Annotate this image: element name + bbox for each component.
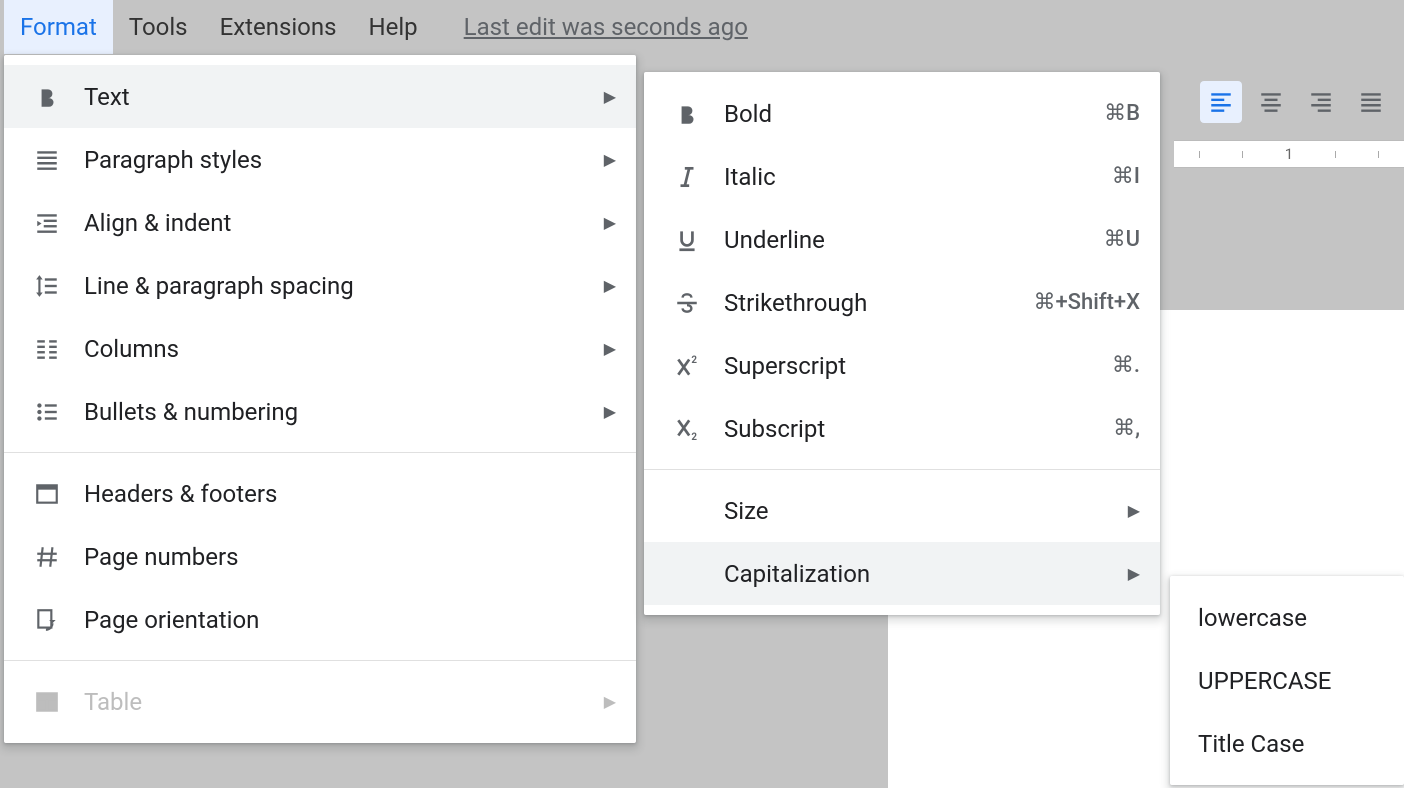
menu-item-superscript[interactable]: 2 Superscript ⌘. xyxy=(644,334,1160,397)
menu-item-label: Superscript xyxy=(724,352,1112,380)
table-icon xyxy=(30,689,64,715)
menu-item-label: Underline xyxy=(724,226,1104,254)
menu-item-label: Align & indent xyxy=(84,209,604,237)
chevron-right-icon: ▶ xyxy=(604,402,616,421)
menu-item-label: lowercase xyxy=(1198,604,1376,632)
bold-icon xyxy=(30,84,64,110)
menu-item-page-numbers[interactable]: Page numbers xyxy=(4,525,636,588)
superscript-icon: 2 xyxy=(670,353,704,379)
menu-item-shortcut: ⌘U xyxy=(1104,227,1140,252)
menu-separator xyxy=(4,452,636,453)
menu-item-shortcut: ⌘I xyxy=(1112,164,1140,189)
menu-item-label: Page orientation xyxy=(84,606,616,634)
align-left-button[interactable] xyxy=(1200,81,1242,123)
menu-item-shortcut: ⌘. xyxy=(1112,353,1140,378)
menu-item-subscript[interactable]: 2 Subscript ⌘, xyxy=(644,397,1160,460)
menu-item-label: UPPERCASE xyxy=(1198,667,1376,695)
menu-item-columns[interactable]: Columns ▶ xyxy=(4,317,636,380)
chevron-right-icon: ▶ xyxy=(1128,501,1140,520)
chevron-right-icon: ▶ xyxy=(604,87,616,106)
menu-item-bold[interactable]: Bold ⌘B xyxy=(644,82,1160,145)
menu-item-label: Size xyxy=(724,497,1128,525)
menu-item-label: Capitalization xyxy=(724,560,1128,588)
menu-item-uppercase[interactable]: UPPERCASE xyxy=(1170,649,1404,712)
menu-format[interactable]: Format xyxy=(4,0,113,54)
menu-item-titlecase[interactable]: Title Case xyxy=(1170,712,1404,775)
menu-item-lowercase[interactable]: lowercase xyxy=(1170,586,1404,649)
menu-item-label: Italic xyxy=(724,163,1112,191)
menu-separator xyxy=(644,469,1160,470)
menu-item-label: Text xyxy=(84,83,604,111)
menu-extensions[interactable]: Extensions xyxy=(204,0,353,54)
svg-text:2: 2 xyxy=(691,354,697,365)
menu-item-label: Bullets & numbering xyxy=(84,398,604,426)
menu-item-line-spacing[interactable]: Line & paragraph spacing ▶ xyxy=(4,254,636,317)
chevron-right-icon: ▶ xyxy=(604,150,616,169)
menu-item-strikethrough[interactable]: Strikethrough ⌘+Shift+X xyxy=(644,271,1160,334)
bold-icon xyxy=(670,101,704,127)
format-dropdown: Text ▶ Paragraph styles ▶ Align & indent… xyxy=(4,55,636,743)
chevron-right-icon: ▶ xyxy=(604,276,616,295)
menu-item-italic[interactable]: Italic ⌘I xyxy=(644,145,1160,208)
menu-item-label: Page numbers xyxy=(84,543,616,571)
menu-item-label: Bold xyxy=(724,100,1104,128)
menu-item-label: Paragraph styles xyxy=(84,146,604,174)
menu-item-label: Line & paragraph spacing xyxy=(84,272,604,300)
paragraph-icon xyxy=(30,147,64,173)
menu-item-label: Strikethrough xyxy=(724,289,1033,317)
toolbar-alignment xyxy=(1188,70,1404,134)
menu-item-text[interactable]: Text ▶ xyxy=(4,65,636,128)
menu-item-paragraph-styles[interactable]: Paragraph styles ▶ xyxy=(4,128,636,191)
ruler: 1 xyxy=(1174,140,1404,168)
menu-item-label: Columns xyxy=(84,335,604,363)
menu-item-table: Table ▶ xyxy=(4,670,636,733)
menu-item-size[interactable]: Size ▶ xyxy=(644,479,1160,542)
menu-help[interactable]: Help xyxy=(353,0,434,54)
menu-item-bullets-numbering[interactable]: Bullets & numbering ▶ xyxy=(4,380,636,443)
headers-footers-icon xyxy=(30,481,64,507)
menu-item-shortcut: ⌘, xyxy=(1113,416,1140,441)
menu-item-label: Table xyxy=(84,688,604,716)
menu-item-shortcut: ⌘+Shift+X xyxy=(1033,290,1140,315)
line-spacing-icon xyxy=(30,273,64,299)
chevron-right-icon: ▶ xyxy=(604,692,616,711)
menu-item-align-indent[interactable]: Align & indent ▶ xyxy=(4,191,636,254)
menu-item-underline[interactable]: Underline ⌘U xyxy=(644,208,1160,271)
columns-icon xyxy=(30,336,64,362)
italic-icon xyxy=(670,164,704,190)
menu-item-label: Headers & footers xyxy=(84,480,616,508)
last-edit-status[interactable]: Last edit was seconds ago xyxy=(464,13,748,41)
align-center-button[interactable] xyxy=(1250,81,1292,123)
align-justify-button[interactable] xyxy=(1350,81,1392,123)
chevron-right-icon: ▶ xyxy=(1128,564,1140,583)
indent-icon xyxy=(30,210,64,236)
menu-item-capitalization[interactable]: Capitalization ▶ xyxy=(644,542,1160,605)
align-right-button[interactable] xyxy=(1300,81,1342,123)
menubar: Format Tools Extensions Help Last edit w… xyxy=(0,0,1404,54)
menu-item-label: Subscript xyxy=(724,415,1113,443)
bullets-icon xyxy=(30,399,64,425)
text-submenu: Bold ⌘B Italic ⌘I Underline ⌘U Strikethr… xyxy=(644,72,1160,615)
menu-item-page-orientation[interactable]: Page orientation xyxy=(4,588,636,651)
ruler-mark-1: 1 xyxy=(1285,145,1293,163)
orientation-icon xyxy=(30,607,64,633)
capitalization-submenu: lowercase UPPERCASE Title Case xyxy=(1170,576,1404,785)
underline-icon xyxy=(670,227,704,253)
menu-tools[interactable]: Tools xyxy=(113,0,204,54)
svg-text:2: 2 xyxy=(691,431,697,441)
menu-item-shortcut: ⌘B xyxy=(1104,101,1140,126)
menu-item-headers-footers[interactable]: Headers & footers xyxy=(4,462,636,525)
menu-separator xyxy=(4,660,636,661)
strikethrough-icon xyxy=(670,290,704,316)
hash-icon xyxy=(30,544,64,570)
chevron-right-icon: ▶ xyxy=(604,213,616,232)
menu-item-label: Title Case xyxy=(1198,730,1376,758)
chevron-right-icon: ▶ xyxy=(604,339,616,358)
subscript-icon: 2 xyxy=(670,416,704,442)
